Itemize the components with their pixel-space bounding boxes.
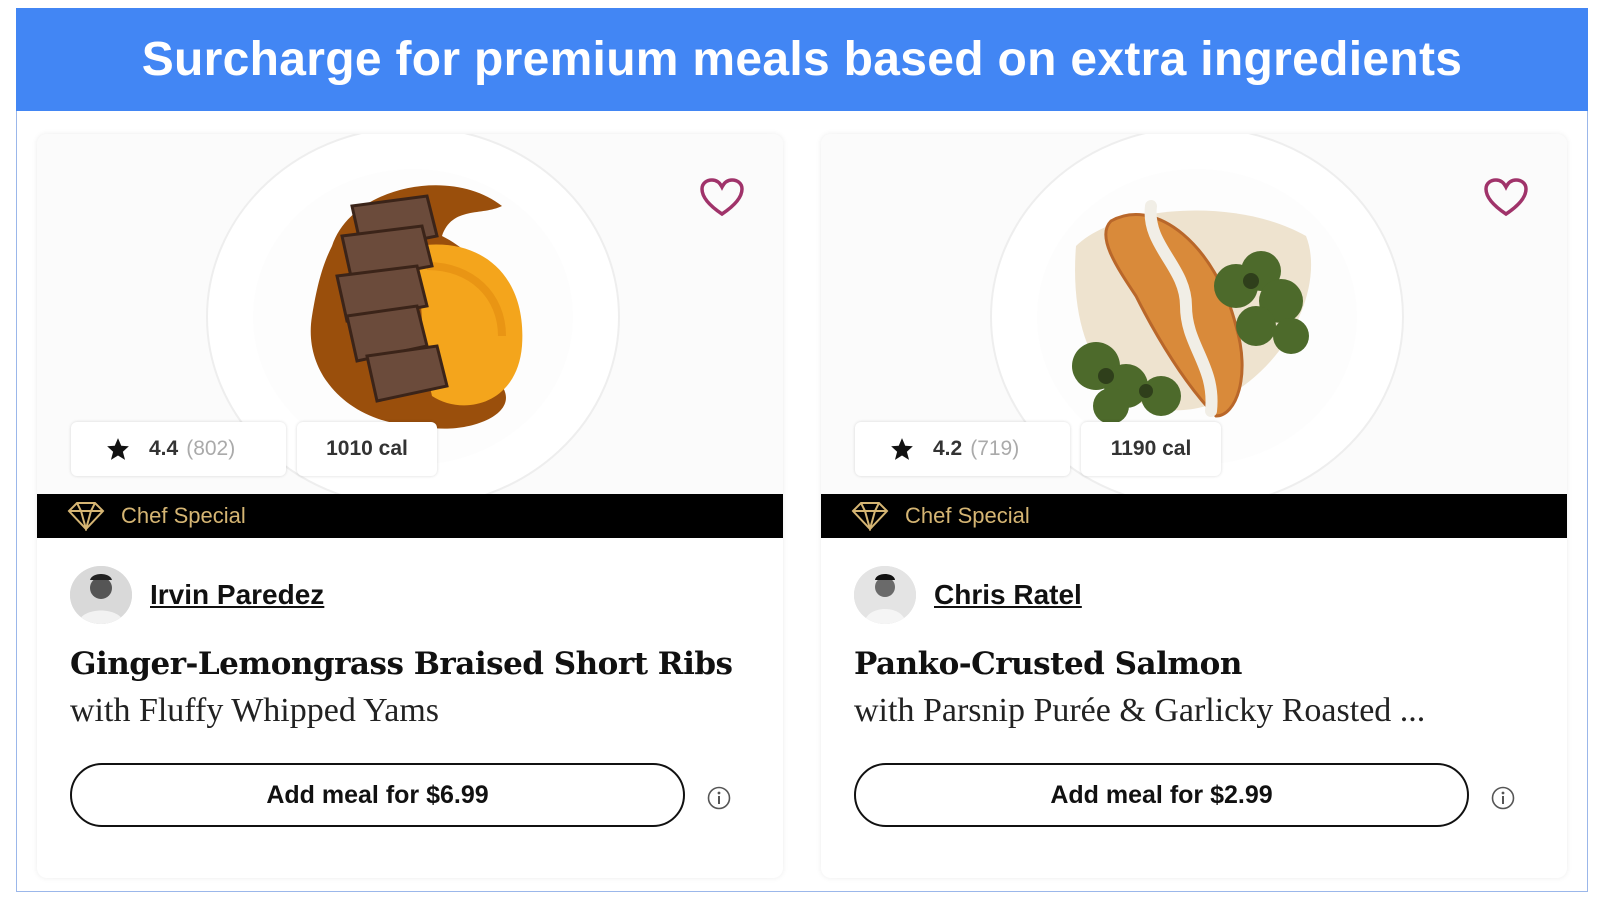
meal-subtitle: with Parsnip Purée & Garlicky Roasted ..… — [854, 692, 1426, 729]
avatar — [70, 566, 132, 624]
meal-title: Panko-Crusted Salmon — [854, 646, 1242, 682]
meal-subtitle: with Fluffy Whipped Yams — [70, 692, 440, 729]
rating-count: (719) — [970, 437, 1020, 460]
meal-card[interactable]: 4.2 (719) 1190 cal Chef Special Chris Ra… — [821, 134, 1567, 878]
meal-card[interactable]: 4.4 (802) 1010 cal Chef Special Irvin Pa… — [37, 134, 783, 878]
gem-icon — [851, 502, 889, 531]
chef-info: Irvin Paredez — [70, 566, 324, 624]
calories-value: 1190 cal — [1110, 437, 1192, 460]
heart-icon[interactable] — [1483, 178, 1529, 218]
add-meal-button[interactable]: Add meal for $2.99 — [854, 763, 1469, 827]
meal-image[interactable]: 4.4 (802) 1010 cal — [37, 134, 783, 494]
rating-value: 4.4 — [149, 437, 179, 460]
rating-count: (802) — [186, 437, 236, 460]
chef-special-label: Chef Special — [905, 503, 1030, 528]
calories-pill: 1010 cal — [297, 422, 437, 476]
calories-pill: 1190 cal — [1081, 422, 1221, 476]
meal-title: Ginger-Lemongrass Braised Short Ribs — [70, 646, 733, 682]
banner-title: Surcharge for premium meals based on ext… — [141, 33, 1463, 86]
heart-icon[interactable] — [699, 178, 745, 218]
add-meal-button[interactable]: Add meal for $6.99 — [70, 763, 685, 827]
rating-value: 4.2 — [933, 437, 963, 460]
avatar — [854, 566, 916, 624]
rating-pill: 4.2 (719) — [855, 422, 1070, 476]
chef-special-bar: Chef Special — [37, 494, 783, 538]
chef-special-bar: Chef Special — [821, 494, 1567, 538]
chef-info: Chris Ratel — [854, 566, 1082, 624]
star-icon — [107, 438, 129, 460]
chef-special-label: Chef Special — [121, 503, 246, 528]
header-banner: Surcharge for premium meals based on ext… — [16, 8, 1588, 111]
info-icon[interactable] — [1491, 786, 1515, 810]
star-icon — [891, 438, 913, 460]
info-icon[interactable] — [707, 786, 731, 810]
gem-icon — [67, 502, 105, 531]
calories-value: 1010 cal — [326, 437, 408, 460]
chef-name-link[interactable]: Chris Ratel — [934, 579, 1082, 611]
chef-name-link[interactable]: Irvin Paredez — [150, 579, 324, 611]
rating-pill: 4.4 (802) — [71, 422, 286, 476]
meal-image[interactable]: 4.2 (719) 1190 cal — [821, 134, 1567, 494]
